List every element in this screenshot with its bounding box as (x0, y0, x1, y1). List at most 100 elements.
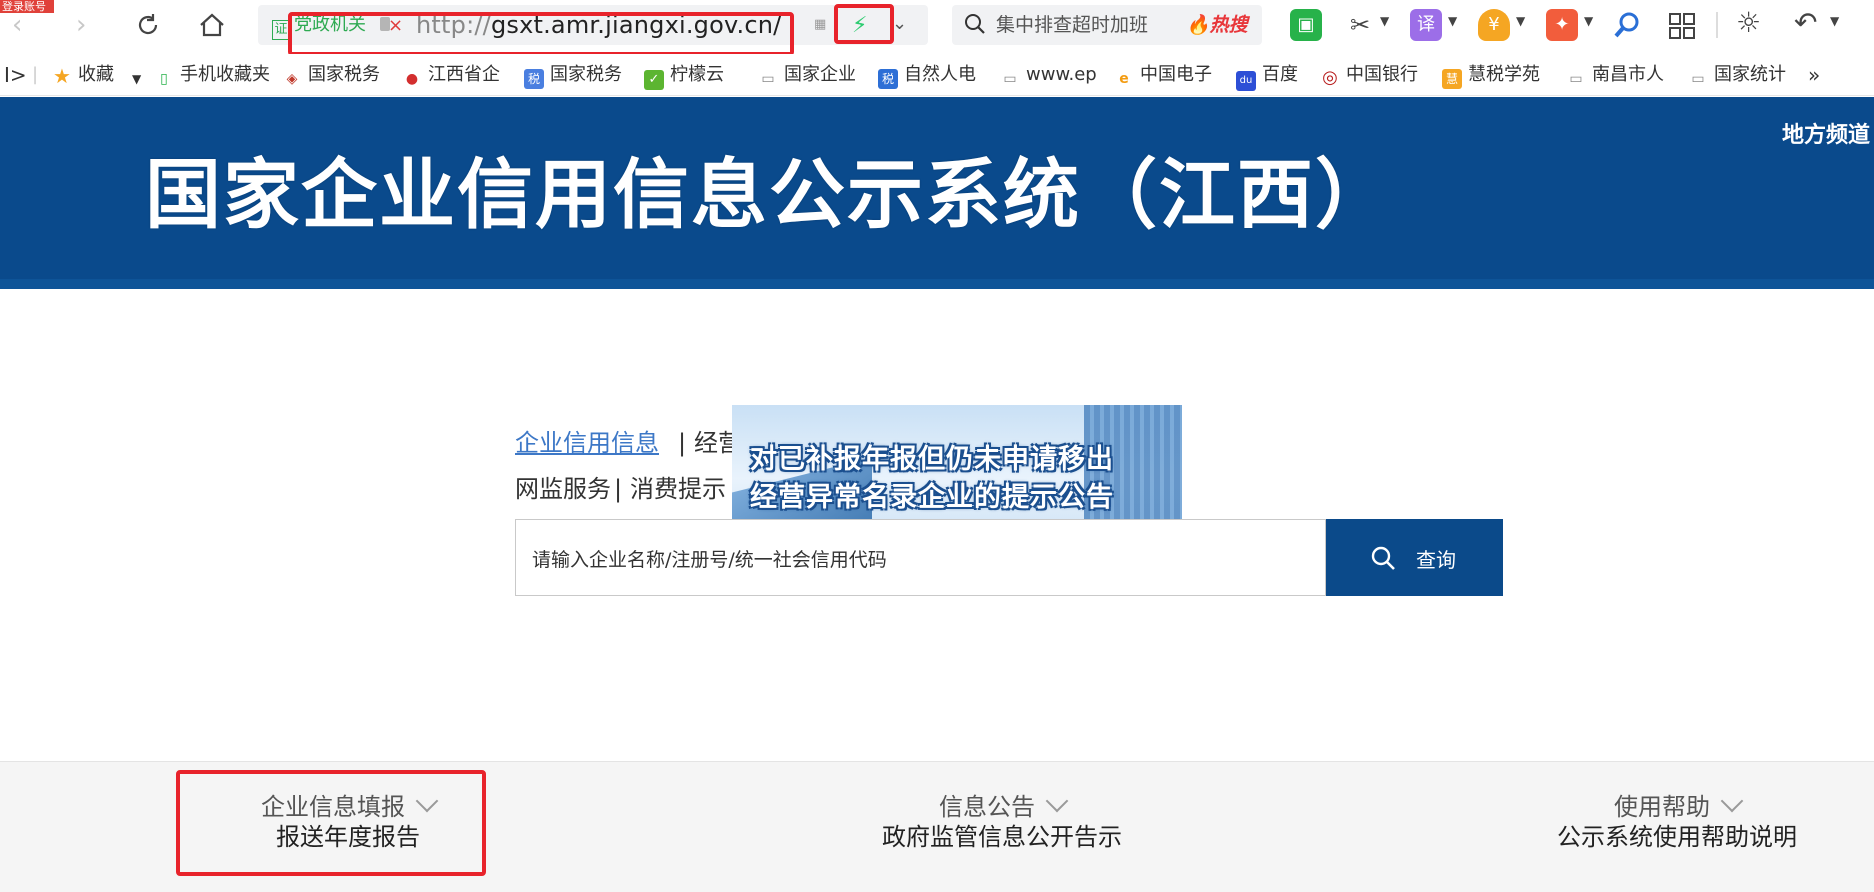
footer-item-help[interactable]: 使用帮助 公示系统使用帮助说明 (1542, 789, 1812, 852)
coupon-shield-icon[interactable]: ¥ (1478, 9, 1510, 41)
tab-online-supervision[interactable]: 网监服务 (515, 474, 611, 504)
bookmark-item[interactable]: ● 江西省企 (402, 64, 500, 89)
scissors-icon[interactable]: ✂ (1344, 9, 1376, 41)
browser-toolbar: 登录账号 ‹ › 证党政机关 × http://gsxt.amr.jiangxi… (0, 0, 1874, 56)
bookmark-label: 国家企业 (784, 64, 856, 85)
bookmark-item[interactable]: ◎ 中国银行 (1320, 64, 1418, 88)
bookmark-label: 国家税务 (550, 64, 622, 85)
search-icon (965, 14, 985, 34)
tab-enterprise-credit[interactable]: 企业信用信息 (515, 428, 659, 458)
search-icon (1371, 546, 1395, 570)
bookmarks-more-button[interactable]: » (1808, 64, 1820, 86)
tab-separator: | (678, 429, 687, 457)
search-placeholder: 集中排查超时加班 (996, 14, 1149, 36)
bookmark-item[interactable]: 税自然人电 (878, 64, 976, 89)
browser-search-box[interactable]: 集中排查超时加班 🔥热搜 (952, 5, 1262, 45)
query-button[interactable]: 查询 (1326, 519, 1503, 596)
bookmark-item[interactable]: ▭ 国家统计 (1688, 64, 1786, 89)
bookmark-item[interactable]: e 中国电子 (1114, 64, 1212, 89)
site-title: 国家企业信用信息公示系统（江西） (145, 150, 1393, 239)
bookmark-label: 中国银行 (1346, 64, 1418, 85)
bookmarks-bar: I> | ★ 收藏 ▼ ▯ 手机收藏夹 ◈ 国家税务 ● 江西省企 税国家税务 ✓ 柠檬云… (0, 54, 1874, 96)
hot-search-text: 热搜 (1209, 14, 1248, 36)
tab-consumer-tips[interactable]: 消费提示 (630, 474, 726, 504)
star-icon: ★ (53, 64, 71, 88)
flame-icon: 🔥 (1186, 14, 1210, 36)
qr-code-icon[interactable]: ▦ (814, 17, 832, 35)
bookmark-item[interactable]: ◈ 国家税务 (282, 64, 380, 89)
reload-icon[interactable] (135, 12, 161, 38)
page-icon: ▭ (1691, 71, 1705, 87)
login-badge[interactable]: 登录账号 (0, 0, 54, 13)
bookmark-item[interactable]: ▭ www.ep (1000, 64, 1097, 89)
bookmark-label: 国家税务 (308, 64, 380, 85)
reader-icon[interactable]: ▣ (1290, 9, 1322, 41)
tax-academy-icon: 慧 (1442, 69, 1462, 89)
hot-search-label[interactable]: 🔥热搜 (1186, 13, 1248, 37)
apps-grid-icon[interactable] (1668, 12, 1696, 40)
chevron-down-icon[interactable]: ▼ (1516, 14, 1525, 28)
footer-item-title: 信息公告 (862, 789, 1142, 822)
footer-item-subtitle: 政府监管信息公开告示 (882, 823, 1122, 851)
bookmark-divider: | (32, 64, 39, 85)
chevron-down-icon[interactable]: ▼ (1830, 14, 1839, 28)
site-banner: 国家企业信用信息公示系统（江西） 地方频道 (0, 97, 1874, 289)
enterprise-search-input[interactable]: 请输入企业名称/注册号/统一社会信用代码 (515, 519, 1326, 596)
sidebar-toggle-icon[interactable]: I> (4, 64, 27, 86)
ie-logo-icon: e (1119, 71, 1129, 87)
bookmark-label: 慧税学苑 (1468, 64, 1540, 85)
chevron-down-icon[interactable]: ▼ (1380, 14, 1389, 28)
search-input-placeholder: 请输入企业名称/注册号/统一社会信用代码 (532, 549, 887, 571)
coupon-char: ¥ (1488, 14, 1500, 35)
chevron-down-icon (1720, 789, 1744, 813)
home-icon[interactable] (198, 12, 226, 38)
footer-title-text: 信息公告 (939, 793, 1035, 821)
tax-emblem-icon: ◈ (286, 71, 298, 87)
bookmark-label: 柠檬云 (670, 64, 724, 85)
bookmark-label: 中国电子 (1140, 64, 1212, 85)
bookmark-item[interactable]: du 百度 (1236, 64, 1298, 91)
magnifier-icon[interactable] (1612, 10, 1642, 40)
bookmark-label: 南昌市人 (1592, 64, 1664, 85)
baidu-paw-icon: du (1236, 71, 1256, 91)
annual-report-highlight-box (176, 770, 486, 876)
footer-item-title: 使用帮助 (1542, 789, 1812, 822)
bookmark-item[interactable]: ▯ 手机收藏夹 (154, 64, 270, 89)
chevron-down-icon[interactable]: ▼ (1584, 14, 1593, 28)
bookmark-item[interactable]: 税国家税务 (524, 64, 622, 89)
popup-headline-line2: 经营异常名录企业的提示公告 (750, 482, 1114, 513)
page-icon: ▭ (761, 71, 775, 87)
bookmark-item[interactable]: ▭ 南昌市人 (1566, 64, 1664, 89)
forward-arrow-icon[interactable]: › (76, 0, 86, 50)
brightness-icon[interactable]: ☼ (1736, 6, 1761, 39)
bank-of-china-icon: ◎ (1322, 67, 1338, 88)
footer-item-announcements[interactable]: 信息公告 政府监管信息公开告示 (862, 789, 1142, 852)
toolbar-divider (1716, 12, 1718, 38)
footer-title-text: 使用帮助 (1614, 793, 1710, 821)
lemon-icon: ✓ (644, 70, 664, 90)
chevron-down-icon[interactable]: ▼ (1448, 14, 1457, 28)
tab-separator: | (614, 475, 623, 503)
local-channel-link[interactable]: 地方频道 (1782, 117, 1870, 149)
url-highlight-box (288, 12, 794, 56)
chevron-down-icon[interactable]: ⌄ (892, 13, 907, 34)
emblem-icon: ● (405, 71, 419, 87)
page-icon: ▭ (1569, 71, 1583, 87)
translate-icon[interactable]: 译 (1410, 9, 1442, 41)
game-controller-icon[interactable]: ✦ (1546, 9, 1578, 41)
bookmark-item[interactable]: ✓ 柠檬云 (644, 64, 724, 90)
bookmark-label: www.ep (1026, 64, 1097, 85)
chevron-down-icon[interactable]: ▼ (132, 68, 141, 90)
phone-icon: ▯ (160, 71, 168, 87)
chevron-down-icon (1045, 789, 1069, 813)
banner-bottom-strip (0, 279, 1874, 289)
undo-icon[interactable]: ↶ (1794, 6, 1817, 39)
bookmark-favorites[interactable]: ★ 收藏 (52, 64, 114, 86)
query-button-label: 查询 (1416, 548, 1456, 572)
bookmark-item[interactable]: 慧慧税学苑 (1442, 64, 1540, 89)
tax-icon: 税 (878, 69, 898, 89)
bookmark-item[interactable]: ▭ 国家企业 (758, 64, 856, 89)
bookmark-label: 手机收藏夹 (180, 64, 270, 85)
bookmark-label: 国家统计 (1714, 64, 1786, 85)
back-arrow-icon[interactable]: ‹ (12, 0, 22, 50)
